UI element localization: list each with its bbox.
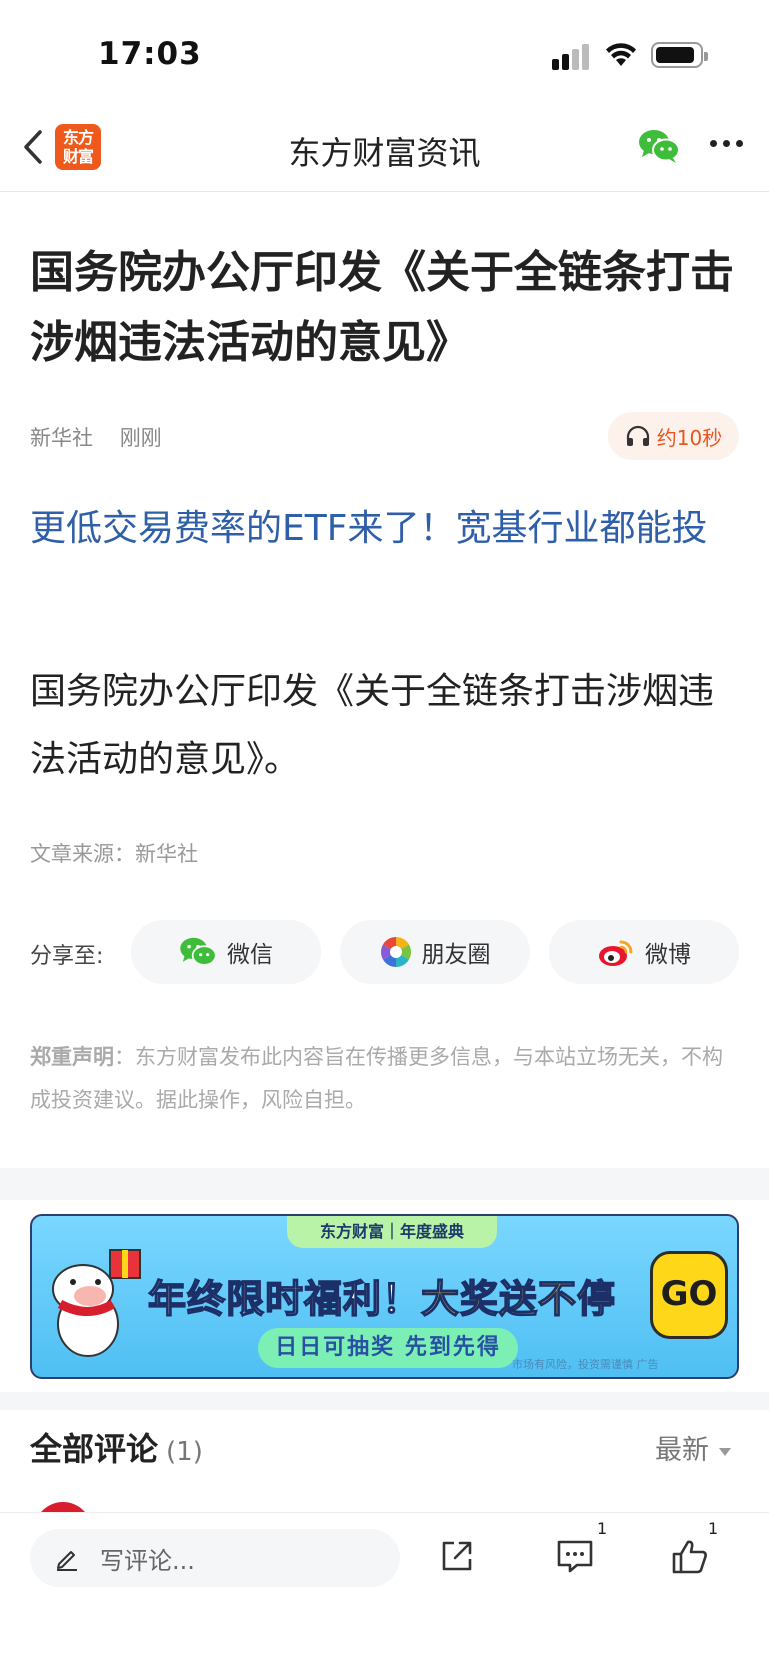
comment-icon[interactable] — [555, 1537, 595, 1575]
share-wechat-label: 微信 — [227, 942, 273, 968]
banner-go-button[interactable]: GO — [650, 1251, 728, 1339]
disclaimer: 郑重声明：东方财富发布此内容旨在传播更多信息，与本站立场无关，不构成投资建议。据… — [30, 1036, 730, 1122]
headphones-icon — [626, 425, 649, 446]
nav-bar: 东方 财富 东方财富资讯 — [0, 110, 769, 192]
listen-button[interactable]: 约10秒 — [608, 412, 739, 460]
status-bar: 17:03 — [0, 0, 769, 110]
comments-header: 全部评论 (1) — [30, 1424, 203, 1470]
share-label: 分享至: — [30, 944, 104, 969]
promo-link[interactable]: 更低交易费率的ETF来了！宽基行业都能投 — [30, 495, 745, 563]
sort-label: 最新 — [655, 1435, 709, 1466]
wechat-icon — [180, 937, 217, 966]
cellular-signal-icon — [552, 44, 592, 70]
bottom-action-bar: 写评论... 1 1 — [0, 1512, 769, 1665]
disclaimer-text: ：东方财富发布此内容旨在传播更多信息，与本站立场无关，不构成投资建议。据此操作，… — [30, 1045, 723, 1112]
listen-duration: 约10秒 — [656, 425, 723, 450]
article-source-name: 新华社 — [30, 426, 93, 450]
article-body: 国务院办公厅印发《关于全链条打击涉烟违法活动的意见》。 — [30, 671, 715, 780]
wechat-icon[interactable] — [638, 128, 680, 164]
section-divider — [0, 1392, 769, 1410]
comment-input[interactable]: 写评论... — [30, 1529, 400, 1587]
page: 17:03 东方 财富 东方财富资讯 国务院办公厅印发《关于全链条打击涉烟违法活… — [0, 0, 769, 1665]
promo-banner[interactable]: 东方财富｜年度盛典 年终限时福利！大奖送不停 日日可抽奖 先到先得 市场有风险，… — [30, 1214, 739, 1379]
article-time: 刚刚 — [119, 426, 162, 450]
more-dots-icon[interactable] — [710, 140, 744, 150]
banner-title-white: 年终限时福利！ — [147, 1276, 422, 1322]
share-weibo-label: 微博 — [645, 942, 691, 968]
share-moments-button[interactable]: 朋友圈 — [340, 920, 530, 984]
like-badge: 1 — [708, 1519, 719, 1538]
comments-sort-dropdown[interactable]: 最新 — [655, 1428, 731, 1467]
caret-down-icon — [719, 1447, 731, 1456]
share-moments-label: 朋友圈 — [421, 942, 491, 968]
status-time: 17:03 — [98, 36, 202, 72]
pencil-icon — [57, 1551, 77, 1571]
battery-icon — [651, 42, 708, 68]
thumbs-up-icon[interactable] — [670, 1537, 710, 1577]
cow-mascot-icon — [52, 1249, 141, 1357]
moments-icon — [380, 937, 411, 967]
section-divider — [0, 1168, 769, 1200]
banner-tag: 东方财富｜年度盛典 — [287, 1216, 497, 1248]
disclaimer-title: 郑重声明 — [30, 1045, 114, 1069]
article-headline: 国务院办公厅印发《关于全链条打击涉烟违法活动的意见》 — [30, 247, 734, 368]
comment-input-placeholder: 写评论... — [100, 1546, 195, 1575]
share-weibo-button[interactable]: 微博 — [549, 920, 739, 984]
share-wechat-button[interactable]: 微信 — [131, 920, 321, 984]
weibo-icon — [599, 940, 633, 966]
wifi-icon — [606, 43, 636, 66]
article-source: 文章来源：新华社 — [30, 842, 198, 866]
article-meta: 新华社 刚刚 — [30, 422, 182, 452]
comments-count: (1) — [166, 1437, 203, 1467]
comment-badge: 1 — [597, 1519, 608, 1538]
banner-title-yellow: 大奖送不停 — [420, 1276, 617, 1322]
share-external-icon[interactable] — [438, 1537, 476, 1575]
banner-risk-note: 市场有风险，投资需谨慎 广告 — [512, 1358, 659, 1371]
banner-title: 年终限时福利！大奖送不停 — [147, 1268, 617, 1323]
comments-title: 全部评论 — [30, 1430, 159, 1468]
banner-subtitle: 日日可抽奖 先到先得 — [258, 1328, 518, 1368]
